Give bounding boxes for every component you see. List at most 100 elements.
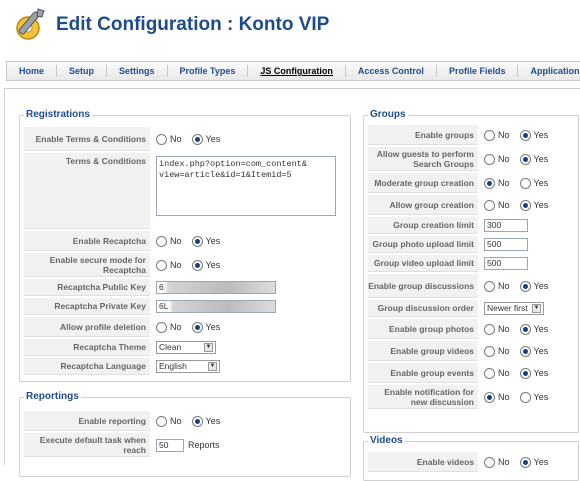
main-content: Registrations Enable Terms & Conditions …	[4, 88, 580, 481]
label-group-videos: Enable group videos	[368, 341, 478, 361]
registrations-panel: Registrations Enable Terms & Conditions …	[19, 109, 351, 382]
page-title: Edit Configuration : Konto VIP	[56, 14, 330, 35]
reporting-no-radio[interactable]	[156, 415, 167, 427]
reportings-legend: Reportings	[24, 391, 81, 402]
notification-no-radio[interactable]	[484, 391, 495, 403]
chevron-down-icon: ▼	[204, 343, 213, 352]
label-secure-mode: Enable secure mode for Recaptcha	[24, 253, 150, 277]
enable-videos-no-radio[interactable]	[484, 456, 495, 468]
group-videos-radios: No Yes	[484, 341, 558, 361]
label-enable-terms: Enable Terms & Conditions	[24, 127, 150, 151]
label-photo-limit: Group photo upload limit	[368, 236, 478, 253]
notification-yes-radio[interactable]	[519, 391, 531, 403]
toolbar-nav: Home Setup Settings Profile Types JS Con…	[6, 61, 580, 81]
notification-radios: No Yes	[484, 385, 558, 409]
private-key-cell: 6L	[156, 298, 276, 315]
label-moderate: Moderate group creation	[368, 173, 478, 193]
public-key-input[interactable]: 6	[156, 281, 276, 294]
creation-limit-cell: 300	[484, 217, 528, 234]
creation-limit-input[interactable]: 300	[484, 219, 528, 232]
events-yes-radio[interactable]	[519, 367, 531, 379]
group-events-radios: No Yes	[484, 363, 558, 383]
nav-setup[interactable]: Setup	[57, 65, 108, 77]
chevron-down-icon: ▼	[532, 304, 541, 313]
discussions-no-radio[interactable]	[484, 280, 495, 292]
label-allow-deletion: Allow profile deletion	[24, 317, 150, 337]
nav-home[interactable]: Home	[7, 65, 58, 77]
enable-terms-yes-radio[interactable]	[191, 133, 203, 145]
guests-no-radio[interactable]	[484, 153, 495, 165]
discussions-yes-radio[interactable]	[519, 280, 531, 292]
moderate-radios: No Yes	[484, 173, 558, 193]
discussion-order-select[interactable]: Newer first ▼	[484, 302, 544, 315]
enable-terms-radios: No Yes	[156, 127, 230, 151]
public-key-cell: 6	[156, 279, 276, 296]
photo-limit-input[interactable]: 500	[484, 238, 528, 251]
registrations-legend: Registrations	[24, 109, 92, 120]
nav-profile-fields[interactable]: Profile Fields	[437, 65, 519, 77]
photos-yes-radio[interactable]	[519, 323, 531, 335]
moderate-no-radio[interactable]	[484, 177, 495, 189]
label-allow-guests: Allow guests to perform Search Groups	[368, 147, 478, 171]
nav-profile-types[interactable]: Profile Types	[168, 65, 249, 77]
label-allow-creation: Allow group creation	[368, 195, 478, 215]
enable-videos-radios: No Yes	[484, 452, 558, 472]
terms-textarea[interactable]: index.php?option=com_content& view=artic…	[156, 156, 336, 216]
label-enable-recaptcha: Enable Recaptcha	[24, 231, 150, 251]
reports-unit: Reports	[188, 440, 220, 450]
discussion-order-cell: Newer first ▼	[484, 300, 544, 317]
label-enable-videos: Enable videos	[368, 452, 478, 472]
photo-limit-cell: 500	[484, 236, 528, 253]
theme-select[interactable]: Clean ▼	[156, 341, 216, 354]
videos-legend: Videos	[368, 435, 405, 446]
enable-groups-radios: No Yes	[484, 125, 558, 145]
recaptcha-no-radio[interactable]	[156, 235, 167, 247]
label-notification: Enable notification for new discussion	[368, 385, 478, 409]
theme-cell: Clean ▼	[156, 339, 216, 356]
label-discussion-order: Group discussion order	[368, 300, 478, 317]
videos-no-radio[interactable]	[484, 345, 495, 357]
moderate-yes-radio[interactable]	[519, 177, 531, 189]
label-default-task: Execute default task when reach	[24, 433, 150, 457]
creation-yes-radio[interactable]	[519, 199, 531, 211]
recaptcha-yes-radio[interactable]	[191, 235, 203, 247]
deletion-no-radio[interactable]	[156, 321, 167, 333]
groups-panel: Groups Enable groups No Yes Allow guests…	[363, 109, 579, 433]
label-creation-limit: Group creation limit	[368, 217, 478, 234]
groups-legend: Groups	[368, 109, 408, 120]
groups-yes-radio[interactable]	[519, 129, 531, 141]
private-key-input[interactable]: 6L	[156, 300, 276, 313]
label-group-events: Enable group events	[368, 363, 478, 383]
label-group-photos: Enable group photos	[368, 319, 478, 339]
enable-reporting-radios: No Yes	[156, 411, 230, 431]
video-limit-cell: 500	[484, 255, 528, 272]
videos-yes-radio[interactable]	[519, 345, 531, 357]
deletion-yes-radio[interactable]	[191, 321, 203, 333]
photos-no-radio[interactable]	[484, 323, 495, 335]
label-enable-reporting: Enable reporting	[24, 411, 150, 431]
language-cell: English ▼	[156, 358, 220, 375]
creation-no-radio[interactable]	[484, 199, 495, 211]
events-no-radio[interactable]	[484, 367, 495, 379]
secure-mode-no-radio[interactable]	[156, 259, 167, 271]
enable-terms-no-radio[interactable]	[156, 133, 167, 145]
label-discussions: Enable group discussions	[368, 274, 478, 298]
nav-settings[interactable]: Settings	[107, 65, 168, 77]
allow-guests-radios: No Yes	[484, 147, 558, 171]
nav-js-configuration[interactable]: JS Configuration	[248, 65, 346, 77]
configuration-wrench-icon	[16, 8, 45, 40]
guests-yes-radio[interactable]	[519, 153, 531, 165]
nav-applications[interactable]: Applications	[518, 65, 580, 77]
video-limit-input[interactable]: 500	[484, 257, 528, 270]
enable-videos-yes-radio[interactable]	[519, 456, 531, 468]
header: Edit Configuration : Konto VIP	[0, 0, 580, 52]
enable-recaptcha-radios: No Yes	[156, 231, 230, 251]
nav-access-control[interactable]: Access Control	[346, 65, 437, 77]
secure-mode-yes-radio[interactable]	[191, 259, 203, 271]
language-select[interactable]: English ▼	[156, 360, 220, 373]
default-task-cell: 50 Reports	[156, 433, 220, 457]
groups-no-radio[interactable]	[484, 129, 495, 141]
default-task-input[interactable]: 50	[156, 438, 184, 452]
label-video-limit: Group video upload limit	[368, 255, 478, 272]
reporting-yes-radio[interactable]	[191, 415, 203, 427]
